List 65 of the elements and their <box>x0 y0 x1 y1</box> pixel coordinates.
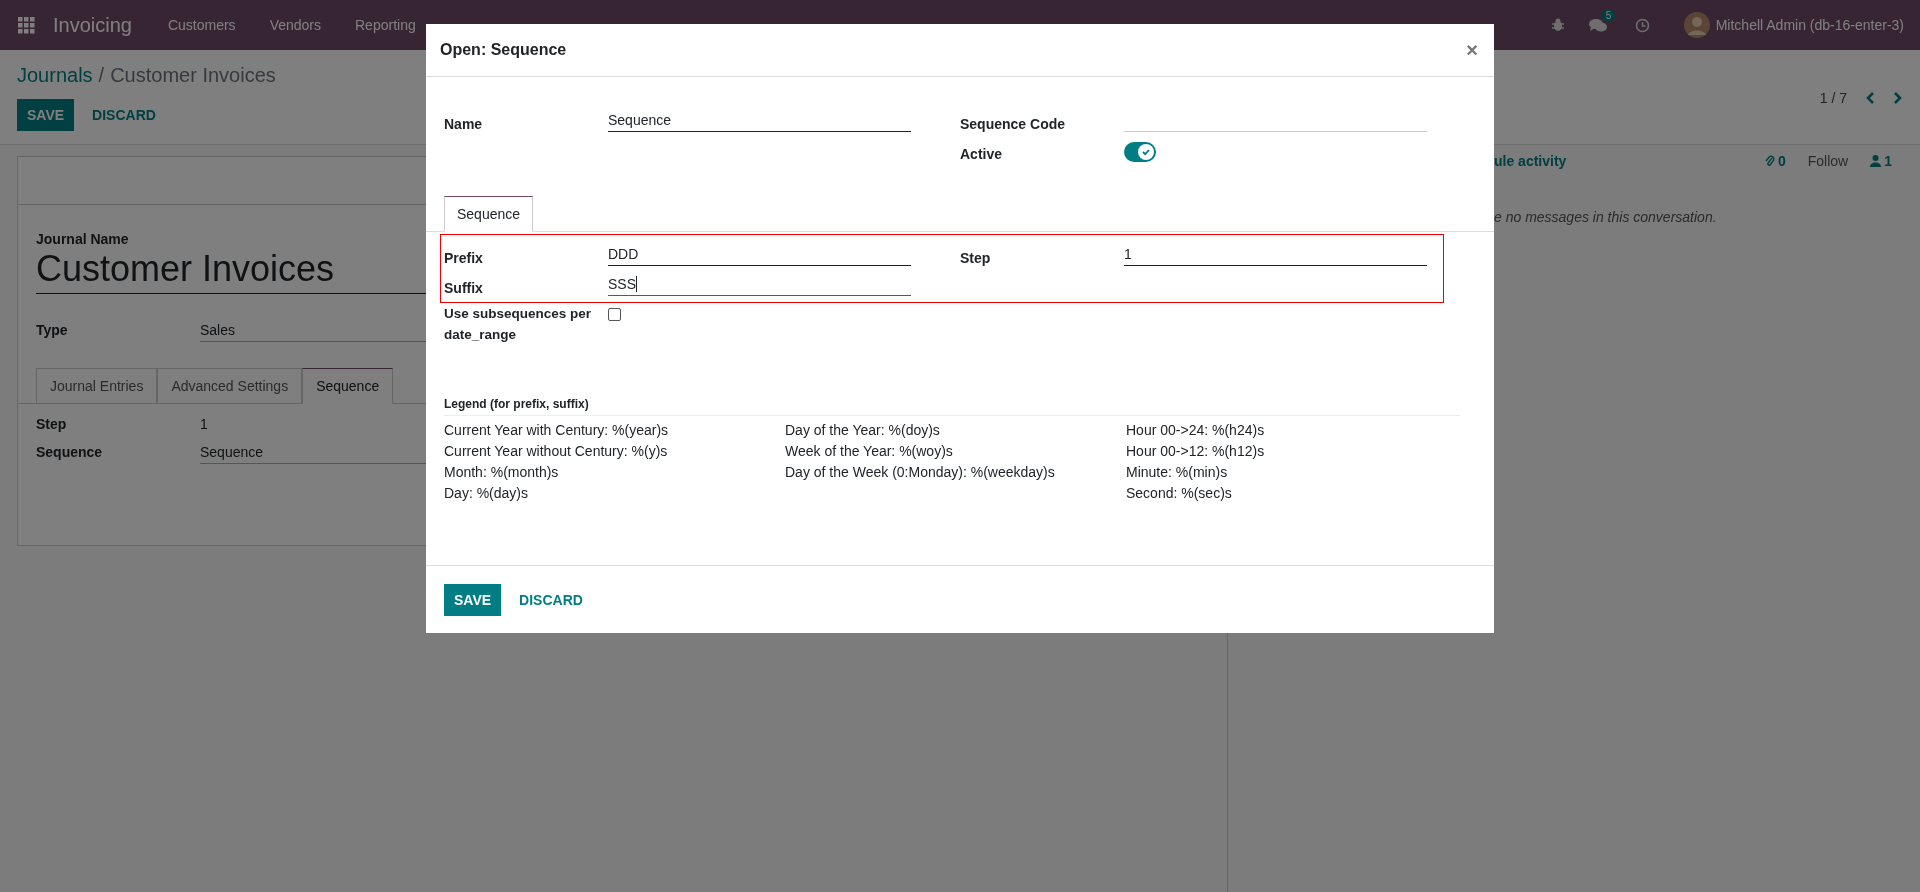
tab[interactable]: Sequence <box>444 196 534 232</box>
legend-text: Second: %(sec)s <box>1126 485 1232 501</box>
tab[interactable]: Advanced Settings <box>157 368 303 404</box>
checkbox[interactable] <box>608 308 621 321</box>
legend-text: Current Year without Century: %(y)s <box>444 443 668 459</box>
field-label: Type <box>36 322 69 340</box>
field-label: Step <box>36 416 68 432</box>
field-label: Prefix <box>444 250 484 266</box>
breadcrumb-link[interactable]: Journals <box>17 64 93 87</box>
legend-text: Day of the Year: %(doy)s <box>785 422 940 438</box>
tab[interactable]: Journal Entries <box>36 368 158 404</box>
menu-item[interactable]: Vendors <box>269 17 321 33</box>
breadcrumb-text: Customer Invoices <box>110 64 276 87</box>
next-icon[interactable] <box>1893 91 1903 105</box>
bug-icon[interactable] <box>1550 18 1565 32</box>
legend-text: Minute: %(min)s <box>1126 464 1228 480</box>
input-field[interactable]: 1 <box>1124 245 1427 266</box>
app-name[interactable]: Invoicing <box>53 13 132 37</box>
tab[interactable]: Sequence <box>302 368 394 404</box>
pager-text: 1 / 7 <box>1819 90 1847 106</box>
field-value: 1 <box>200 416 208 432</box>
message-count-badge: 5 <box>1601 8 1616 22</box>
attachments-button[interactable]: 0 <box>1764 153 1786 169</box>
toggle-switch[interactable] <box>1124 142 1156 162</box>
legend-text: Hour 00->24: %(h24)s <box>1126 422 1265 438</box>
field-label: Name <box>444 116 484 132</box>
legend-text: Month: %(month)s <box>444 464 559 480</box>
save-button[interactable]: SAVE <box>444 583 502 616</box>
legend-text: Hour 00->12: %(h12)s <box>1126 443 1265 459</box>
schedule-activity-link[interactable]: ule activity <box>1494 153 1567 169</box>
follow-button[interactable]: Follow <box>1807 153 1849 169</box>
menu-item[interactable]: Customers <box>167 17 236 33</box>
user-avatar[interactable] <box>1683 12 1710 38</box>
previous-icon[interactable] <box>1865 91 1875 105</box>
breadcrumb-text: / <box>98 64 105 87</box>
field-label: Suffix <box>444 280 484 296</box>
clock-icon[interactable] <box>1634 17 1650 33</box>
field-label: Sequence Code <box>960 116 1067 132</box>
apps-menu-icon[interactable] <box>18 16 35 34</box>
discard-button[interactable]: DISCARD <box>509 583 593 616</box>
save-button[interactable]: SAVE <box>17 99 75 131</box>
dialog-title: Open: Sequence <box>440 41 567 59</box>
field-label: Active <box>960 146 1004 162</box>
input-field[interactable]: DDD <box>608 245 911 266</box>
input-field[interactable]: Sequence <box>608 111 911 132</box>
chat-icon[interactable] <box>1588 17 1607 33</box>
check-icon <box>1141 147 1151 157</box>
legend-text: Current Year with Century: %(year)s <box>444 422 669 438</box>
paperclip-icon <box>1764 154 1775 168</box>
legend-text: Week of the Year: %(woy)s <box>785 443 953 459</box>
legend-heading: Legend (for prefix, suffix) <box>444 397 1460 416</box>
field-label: Step <box>960 250 992 266</box>
followers-button[interactable]: 1 <box>1870 153 1892 169</box>
field-label: Journal Name <box>36 231 129 247</box>
menu-item[interactable]: Reporting <box>355 17 416 33</box>
user-icon <box>1870 155 1882 167</box>
field-label: Sequence <box>36 444 104 462</box>
field-label: Use subsequences per date_range <box>444 305 593 344</box>
discard-button[interactable]: DISCARD <box>82 99 166 131</box>
legend-text: Day of the Week (0:Monday): %(weekday)s <box>785 464 1055 480</box>
empty-message: e no messages in this conversation. <box>1494 209 1718 225</box>
close-button[interactable]: × <box>1464 38 1480 62</box>
user-name[interactable]: Mitchell Admin (db-16-enter-3) <box>1715 17 1904 33</box>
legend-text: Day: %(day)s <box>444 485 529 501</box>
input-field[interactable]: SSS <box>608 275 911 296</box>
